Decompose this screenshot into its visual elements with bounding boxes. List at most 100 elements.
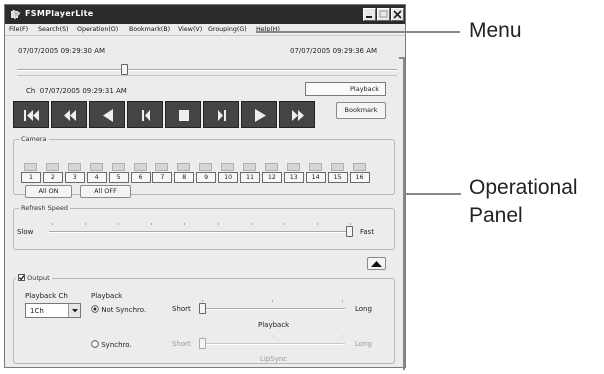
synchro-option[interactable]: Synchro. [91, 340, 132, 349]
menu-operation[interactable]: Operation(O) [77, 26, 118, 33]
panel-bracket-top [399, 57, 405, 59]
slider-tick [342, 300, 343, 302]
slider2-short-label: Short [172, 340, 191, 348]
step-back-button[interactable] [127, 101, 163, 128]
triangle-up-icon [371, 261, 382, 267]
refresh-fast-label: Fast [360, 228, 375, 236]
menu-file[interactable]: File(F) [9, 26, 28, 33]
camera-button-8[interactable]: 8 [174, 163, 195, 183]
checkmark-icon [19, 275, 25, 281]
camera-number: 14 [305, 172, 326, 183]
close-button[interactable] [391, 8, 404, 21]
output-checkbox[interactable] [18, 274, 25, 281]
slider-tick [342, 335, 343, 337]
camera-indicator [286, 163, 300, 171]
slider-tick [202, 335, 203, 337]
stop-icon [179, 110, 189, 121]
reverse-play-button[interactable] [89, 101, 125, 128]
playback-ch-value: 1Ch [30, 307, 44, 315]
timeline-thumb[interactable] [121, 64, 129, 75]
camera-number: 7 [152, 172, 173, 183]
slider-tick [52, 223, 53, 225]
refresh-slow-label: Slow [17, 228, 34, 236]
camera-button-15[interactable]: 15 [327, 163, 348, 183]
step-forward-icon [218, 110, 226, 121]
playback-ch-select[interactable]: 1Ch [25, 303, 81, 318]
menu-search[interactable]: Search(S) [38, 26, 69, 33]
reverse-play-icon [103, 109, 113, 122]
camera-number: 2 [42, 172, 63, 183]
camera-button-11[interactable]: 11 [240, 163, 260, 183]
stop-button[interactable] [165, 101, 201, 128]
camera-button-9[interactable]: 9 [196, 163, 217, 183]
camera-indicator [133, 163, 147, 171]
camera-button-6[interactable]: 6 [130, 163, 151, 183]
camera-button-14[interactable]: 14 [305, 163, 326, 183]
close-icon [393, 10, 402, 19]
radio-unselected-icon [91, 340, 99, 348]
app-icon [11, 9, 21, 20]
camera-number: 3 [64, 172, 85, 183]
camera-indicator [45, 163, 59, 171]
collapse-button[interactable] [367, 257, 386, 270]
synchro-label: Synchro. [101, 341, 132, 349]
camera-number: 12 [261, 172, 282, 183]
dropdown-button[interactable] [68, 304, 80, 317]
camera-indicator [24, 163, 37, 171]
camera-button-10[interactable]: 10 [218, 163, 239, 183]
menu-callout-line [256, 31, 460, 33]
all-off-button[interactable]: All OFF [80, 185, 131, 198]
slider-tick [272, 300, 273, 302]
menu-grouping[interactable]: Grouping(G) [208, 26, 247, 33]
chevron-down-icon [72, 309, 78, 313]
step-forward-button[interactable] [203, 101, 239, 128]
camera-number: 9 [196, 172, 217, 183]
menu-view[interactable]: View(V) [178, 26, 202, 33]
not-synchro-option[interactable]: Not Synchro. [91, 305, 146, 314]
minimize-button[interactable] [363, 8, 376, 21]
camera-button-13[interactable]: 13 [283, 163, 304, 183]
camera-button-4[interactable]: 4 [86, 163, 107, 183]
not-synchro-label: Not Synchro. [101, 306, 147, 314]
lipsync-thumb[interactable] [199, 338, 206, 349]
camera-indicator [199, 163, 213, 171]
camera-indicator [330, 163, 344, 171]
rewind-button[interactable] [51, 101, 87, 128]
refresh-speed-slider[interactable] [49, 223, 353, 237]
output-label: Output [27, 274, 50, 282]
menu-bookmark[interactable]: Bookmark(B) [129, 26, 170, 33]
title-bar[interactable]: FSMPlayerLite [5, 5, 405, 24]
camera-button-7[interactable]: 7 [152, 163, 173, 183]
window-title: FSMPlayerLite [25, 9, 94, 18]
camera-button-3[interactable]: 3 [64, 163, 85, 183]
maximize-button[interactable] [377, 8, 390, 21]
slider-tick [85, 223, 87, 225]
camera-button-5[interactable]: 5 [108, 163, 129, 183]
camera-button-12[interactable]: 12 [261, 163, 282, 183]
panel-callout-label-line1: Operational [469, 176, 578, 199]
bookmark-button[interactable]: Bookmark [336, 102, 386, 119]
slider-tick [202, 300, 203, 302]
camera-indicator [264, 163, 278, 171]
fast-rewind-button[interactable] [13, 101, 49, 128]
all-on-button[interactable]: All ON [25, 185, 72, 198]
playback-ch-label: Playback Ch [25, 292, 68, 300]
camera-indicator [177, 163, 191, 171]
play-button[interactable] [241, 101, 277, 128]
playback-delay-thumb[interactable] [199, 303, 206, 314]
slider-tick [151, 223, 153, 225]
camera-button-2[interactable]: 2 [42, 163, 63, 183]
refresh-thumb[interactable] [346, 226, 353, 237]
panel-bracket-line [403, 57, 405, 370]
timeline-start-time: 07/07/2005 09:29:30 AM [18, 47, 106, 55]
slider-tick [217, 223, 219, 225]
slider-tick [316, 223, 318, 225]
camera-number: 11 [240, 172, 260, 183]
playback-delay-slider[interactable] [199, 300, 345, 314]
camera-button-1[interactable]: 1 [21, 163, 41, 183]
fast-forward-button[interactable] [279, 101, 315, 128]
slider-tick [272, 335, 273, 337]
current-time-row: Ch 07/07/2005 09:29:31 AM [26, 87, 127, 95]
lipsync-slider[interactable] [199, 335, 345, 349]
camera-button-16[interactable]: 16 [349, 163, 370, 183]
